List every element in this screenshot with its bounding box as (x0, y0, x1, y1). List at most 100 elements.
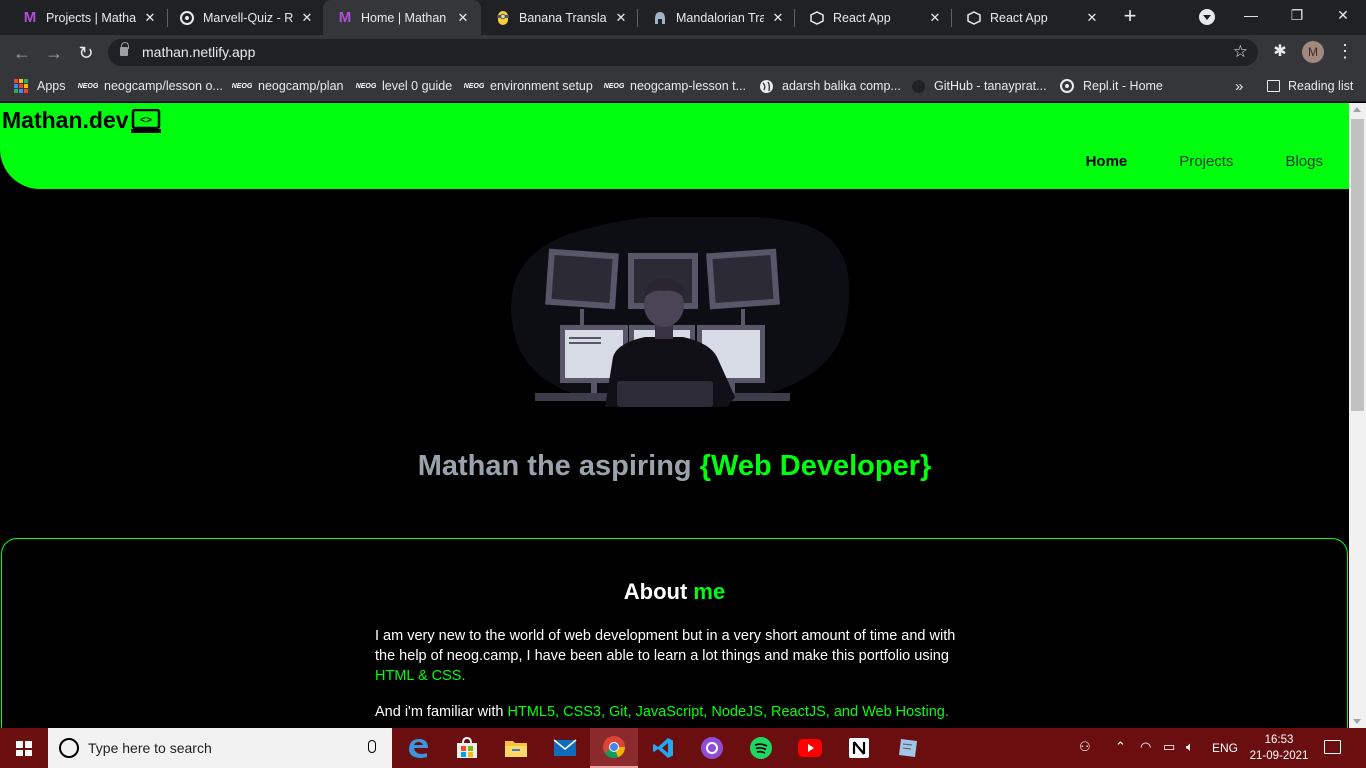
taskbar-spotify[interactable] (737, 728, 785, 768)
address-bar[interactable]: mathan.netlify.app ☆ (108, 39, 1258, 66)
forward-icon[interactable]: → (41, 40, 67, 66)
minion-icon (495, 10, 511, 26)
tab-home-mathan[interactable]: M Home | Mathan ✕ (323, 0, 481, 35)
store-icon (455, 736, 479, 760)
taskbar-store[interactable] (443, 728, 491, 768)
back-icon[interactable]: ← (9, 40, 35, 66)
codesandbox-icon (809, 10, 825, 26)
taskbar-file-explorer[interactable] (492, 728, 540, 768)
profile-avatar[interactable]: M (1302, 41, 1324, 63)
taskbar-edge[interactable] (394, 728, 442, 768)
taskbar-search-placeholder[interactable]: Type here to search (88, 740, 212, 756)
youtube-icon (798, 736, 822, 760)
hero-tagline: Mathan the aspiring {Web Developer} (0, 450, 1349, 483)
mail-icon (553, 736, 577, 760)
taskbar-notion[interactable] (835, 728, 883, 768)
chrome-icon (602, 735, 626, 759)
tab-title: React App (990, 10, 1048, 25)
show-hidden-icons-chevron-icon[interactable]: ⌃ (1115, 739, 1126, 755)
taskbar-youtube[interactable] (786, 728, 834, 768)
tab-banana-translation[interactable]: Banana Translatio ✕ (481, 0, 639, 35)
taskbar-clock[interactable]: 16:53 21-09-2021 (1249, 732, 1309, 764)
people-icon[interactable]: ⚇ (1079, 739, 1091, 755)
close-tab-icon[interactable]: ✕ (142, 10, 158, 26)
extensions-puzzle-icon[interactable]: ✱ (1271, 41, 1289, 61)
tab-react-app-2[interactable]: React App ✕ (952, 0, 1110, 35)
taskbar-chrome[interactable] (590, 728, 638, 768)
bookmark-replit-home[interactable]: Repl.it - Home (1059, 76, 1163, 96)
site-logo[interactable]: Mathan.dev <> (2, 107, 161, 134)
bookmark-neogcamp-plan[interactable]: NEOG neogcamp/plan (232, 76, 344, 96)
volume-icon[interactable]: 🔈︎ (1186, 739, 1194, 755)
microphone-icon[interactable] (368, 740, 376, 753)
close-tab-icon[interactable]: ✕ (299, 10, 315, 26)
url-text[interactable]: mathan.netlify.app (142, 44, 255, 60)
bookmark-github-tanay[interactable]: GitHub - tanayprat... (910, 76, 1047, 96)
neog-icon: NEOG (77, 82, 99, 90)
new-tab-button[interactable]: + (1119, 5, 1141, 29)
windows-taskbar: Type here to search ⚇ ⌃ ◠ ▭ 🔈︎ ENG 16:53… (0, 728, 1366, 768)
bookmark-apps[interactable]: Apps (14, 76, 66, 96)
taskbar-vscode[interactable] (639, 728, 687, 768)
replit-icon (1059, 78, 1075, 94)
tab-title: Home | Mathan (361, 10, 447, 25)
bookmark-label: neogcamp/plan (258, 79, 344, 93)
main-nav: Home Projects Blogs (1034, 153, 1323, 170)
lock-icon[interactable] (120, 42, 129, 56)
letter-m-icon: M (338, 9, 352, 26)
reload-icon[interactable]: ↻ (73, 40, 99, 66)
close-tab-icon[interactable]: ✕ (927, 10, 943, 26)
battery-icon[interactable]: ▭ (1163, 739, 1175, 755)
tab-projects-mathan[interactable]: M Projects | Mathan ✕ (8, 0, 168, 35)
page-scrollbar[interactable] (1349, 103, 1366, 728)
spotify-icon (749, 736, 773, 760)
bookmark-star-icon[interactable]: ☆ (1233, 42, 1248, 62)
tab-react-app-1[interactable]: React App ✕ (795, 0, 953, 35)
bookmark-label: neogcamp-lesson t... (630, 79, 747, 93)
taskbar-search-box[interactable]: Type here to search (48, 728, 392, 768)
taskbar-mail[interactable] (541, 728, 589, 768)
bookmark-level-0-guide[interactable]: NEOG level 0 guide (356, 76, 453, 96)
nav-link-projects[interactable]: Projects (1179, 153, 1233, 170)
tab-search-icon[interactable] (1199, 9, 1215, 25)
restore-button[interactable]: ❐ (1274, 0, 1320, 32)
helmet-icon (652, 10, 668, 26)
taskbar-github-desktop[interactable] (688, 728, 736, 768)
vscode-icon (651, 736, 675, 760)
close-window-button[interactable]: ✕ (1320, 0, 1366, 32)
start-button[interactable] (0, 728, 48, 768)
github-icon (910, 78, 926, 94)
bookmark-label: environment setup (490, 79, 593, 93)
nav-link-blogs[interactable]: Blogs (1285, 153, 1323, 170)
developer-at-monitors-illustration (511, 217, 850, 408)
reading-list-button[interactable]: Reading list (1267, 76, 1353, 96)
scrollbar-thumb[interactable] (1351, 119, 1364, 411)
bookmarks-overflow-button[interactable]: » (1235, 76, 1243, 96)
tab-mandalorian-translation[interactable]: Mandalorian Tran ✕ (638, 0, 796, 35)
about-paragraph-1-text: I am very new to the world of web develo… (375, 628, 956, 664)
bookmark-neogcamp-lesson[interactable]: NEOG neogcamp/lesson o... (77, 76, 223, 96)
about-section: About me I am very new to the world of w… (1, 538, 1348, 728)
tab-title: Banana Translatio (519, 10, 607, 25)
bookmark-label: neogcamp/lesson o... (104, 79, 223, 93)
bookmark-neogcamp-lesson-t[interactable]: NEOG neogcamp-lesson t... (604, 76, 747, 96)
action-center-icon[interactable] (1324, 740, 1341, 754)
chrome-menu-icon[interactable]: ⋮ (1336, 40, 1354, 64)
bookmarks-bar: Apps NEOG neogcamp/lesson o... NEOG neog… (0, 70, 1366, 102)
close-tab-icon[interactable]: ✕ (455, 10, 471, 26)
close-tab-icon[interactable]: ✕ (613, 10, 629, 26)
about-heading-word: About (623, 579, 694, 604)
tab-marvell-quiz[interactable]: Marvell-Quiz - Re ✕ (165, 0, 325, 35)
close-tab-icon[interactable]: ✕ (770, 10, 786, 26)
language-indicator[interactable]: ENG (1212, 741, 1238, 755)
scroll-up-arrow-icon[interactable] (1353, 107, 1361, 112)
minimize-button[interactable]: — (1228, 0, 1274, 32)
nav-link-home[interactable]: Home (1086, 153, 1128, 170)
close-tab-icon[interactable]: ✕ (1084, 10, 1100, 26)
scroll-down-arrow-icon[interactable] (1353, 719, 1361, 724)
taskbar-sticky-notes[interactable] (884, 728, 932, 768)
about-heading-highlight: me (693, 579, 726, 604)
network-icon[interactable]: ◠ (1140, 739, 1151, 755)
bookmark-adarsh-balika[interactable]: adarsh balika comp... (758, 76, 901, 96)
bookmark-environment-setup[interactable]: NEOG environment setup (464, 76, 593, 96)
